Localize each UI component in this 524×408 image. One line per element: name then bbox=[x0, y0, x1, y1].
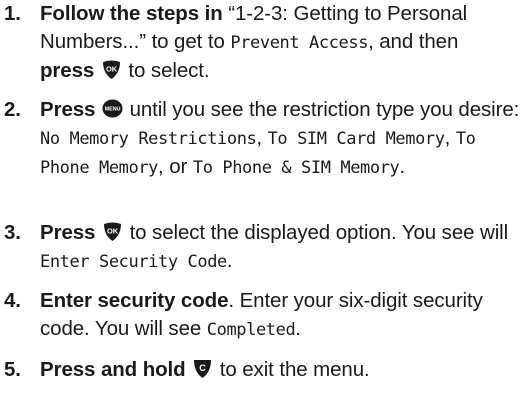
menu-button-icon: MENU bbox=[102, 98, 123, 119]
step-lead: Press and hold bbox=[40, 358, 186, 381]
step-number: 5. bbox=[4, 358, 21, 381]
step-lead: Press bbox=[40, 221, 96, 244]
lcd-text: To SIM Card Memory bbox=[267, 128, 445, 149]
step-body: Press MENU until you see the restriction… bbox=[40, 96, 520, 183]
step-text: , bbox=[444, 125, 456, 149]
step-body: Follow the steps in “1-2-3: Getting to P… bbox=[40, 0, 520, 85]
step-text: , and then bbox=[368, 29, 459, 53]
step-2: 2. Press MENU until you see the restrict… bbox=[0, 96, 520, 183]
ok-button-icon: OK bbox=[101, 59, 122, 80]
step-number: 1. bbox=[4, 2, 21, 25]
step-text: until you see the restriction type you d… bbox=[123, 98, 520, 121]
step-text: , or bbox=[158, 155, 193, 178]
step-text: , bbox=[256, 125, 268, 149]
step-emphasis: press bbox=[40, 59, 95, 82]
step-text: to select the displayed option. You see … bbox=[123, 221, 509, 244]
step-text: . bbox=[295, 316, 301, 340]
step-text: . bbox=[226, 248, 233, 272]
step-5: 5. Press and hold C to exit the menu. bbox=[0, 356, 520, 384]
lcd-text: No Memory Restrictions bbox=[40, 128, 257, 149]
clear-button-icon: C bbox=[192, 358, 213, 379]
ok-button-icon: OK bbox=[102, 221, 123, 242]
step-lead: Enter security code bbox=[40, 289, 229, 312]
ok-label: OK bbox=[107, 227, 119, 236]
clear-label: C bbox=[199, 363, 206, 373]
lcd-text: To Phone & SIM Memory bbox=[192, 158, 400, 178]
menu-label: MENU bbox=[105, 107, 121, 113]
lcd-text: Enter Security Code bbox=[40, 251, 227, 272]
step-number: 2. bbox=[4, 98, 21, 121]
step-1: 1. Follow the steps in “1-2-3: Getting t… bbox=[0, 0, 520, 85]
step-body: Enter security code. Enter your six-digi… bbox=[40, 287, 520, 344]
ok-label: OK bbox=[106, 65, 118, 74]
step-4: 4. Enter security code. Enter your six-d… bbox=[0, 287, 520, 344]
step-lead: Follow the steps in bbox=[40, 2, 223, 25]
lcd-text: Completed bbox=[206, 319, 296, 340]
step-3: 3. Press OK to select the displayed opti… bbox=[0, 219, 520, 276]
step-number: 4. bbox=[4, 289, 21, 312]
instruction-list: 1. Follow the steps in “1-2-3: Getting t… bbox=[0, 0, 524, 408]
step-text: to select. bbox=[122, 59, 210, 82]
step-body: Press and hold C to exit the menu. bbox=[40, 356, 520, 384]
step-number: 3. bbox=[4, 221, 21, 244]
step-text: . bbox=[399, 155, 406, 178]
step-text: to exit the menu. bbox=[214, 358, 370, 381]
lcd-text: Prevent Access bbox=[230, 32, 369, 53]
step-body: Press OK to select the displayed option.… bbox=[40, 219, 520, 276]
step-lead: Press bbox=[40, 98, 96, 121]
